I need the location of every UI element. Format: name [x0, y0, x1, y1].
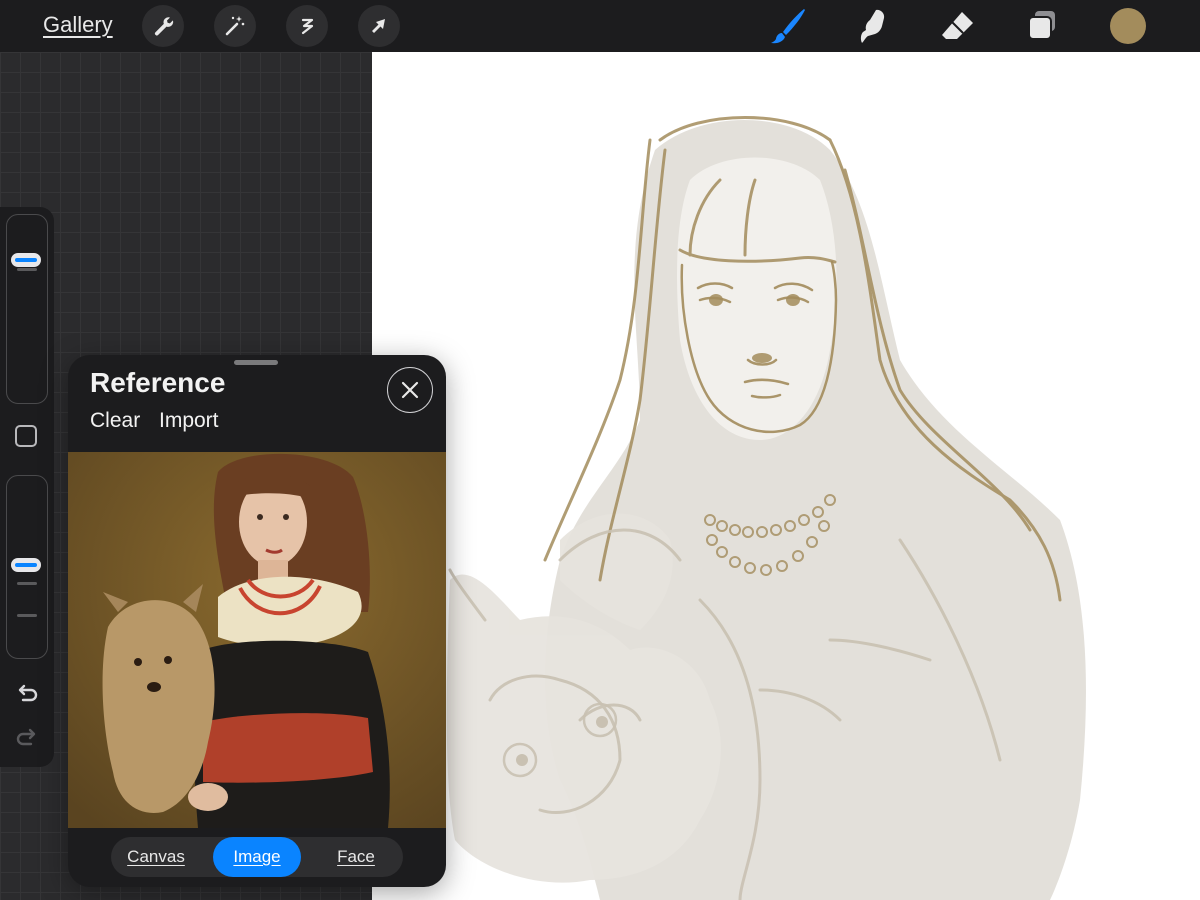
- redo-button[interactable]: [14, 725, 40, 751]
- reference-title: Reference: [90, 367, 226, 398]
- opacity-thumb[interactable]: [11, 558, 41, 572]
- layers-icon: [1028, 11, 1055, 40]
- actions-button[interactable]: [142, 5, 184, 47]
- undo-button[interactable]: [14, 681, 40, 707]
- opacity-slider[interactable]: [6, 475, 48, 659]
- smudge-icon: [860, 9, 885, 43]
- slider-tick: [17, 268, 37, 271]
- clear-button[interactable]: Clear: [90, 409, 140, 433]
- brush-size-slider[interactable]: [6, 214, 48, 404]
- undo-icon: [18, 684, 38, 702]
- left-sidebar: [0, 207, 54, 767]
- modify-square-icon[interactable]: [15, 425, 37, 447]
- reference-image-portrait[interactable]: [68, 452, 446, 828]
- sketch-drawing: [446, 116, 1086, 900]
- transform-button[interactable]: [358, 5, 400, 47]
- mode-face-tab[interactable]: Face: [311, 837, 401, 877]
- gallery-button[interactable]: Gallery: [43, 12, 113, 38]
- brush-tool-button[interactable]: [768, 6, 808, 46]
- redo-icon: [16, 728, 36, 746]
- eraser-tool-button[interactable]: [938, 6, 978, 46]
- import-button[interactable]: Import: [159, 409, 219, 433]
- color-swatch-button[interactable]: [1110, 8, 1146, 44]
- adjustments-button[interactable]: [214, 5, 256, 47]
- layers-button[interactable]: [1022, 6, 1062, 46]
- brush-icon: [771, 9, 805, 44]
- mode-image-tab[interactable]: Image: [213, 837, 301, 877]
- drawing-canvas[interactable]: [372, 52, 1200, 900]
- reference-panel: Reference Clear Import Canvas Image Face: [68, 355, 446, 887]
- selection-button[interactable]: [286, 5, 328, 47]
- slider-tick: [17, 614, 37, 617]
- selection-icon: [301, 18, 314, 35]
- smudge-tool-button[interactable]: [854, 6, 894, 46]
- panel-grabber-handle[interactable]: [234, 360, 278, 365]
- close-button[interactable]: [387, 367, 433, 413]
- eraser-icon: [942, 12, 973, 39]
- reference-mode-segmented-control: Canvas Image Face: [111, 837, 403, 877]
- magic-wand-icon: [225, 16, 245, 36]
- transform-arrow-icon: [372, 19, 385, 33]
- close-icon: [401, 381, 419, 399]
- top-toolbar: Gallery: [0, 0, 1200, 52]
- painting-image: [68, 452, 446, 828]
- brush-size-thumb[interactable]: [11, 253, 41, 267]
- slider-tick: [17, 582, 37, 585]
- mode-canvas-tab[interactable]: Canvas: [111, 837, 201, 877]
- wrench-icon: [154, 17, 174, 36]
